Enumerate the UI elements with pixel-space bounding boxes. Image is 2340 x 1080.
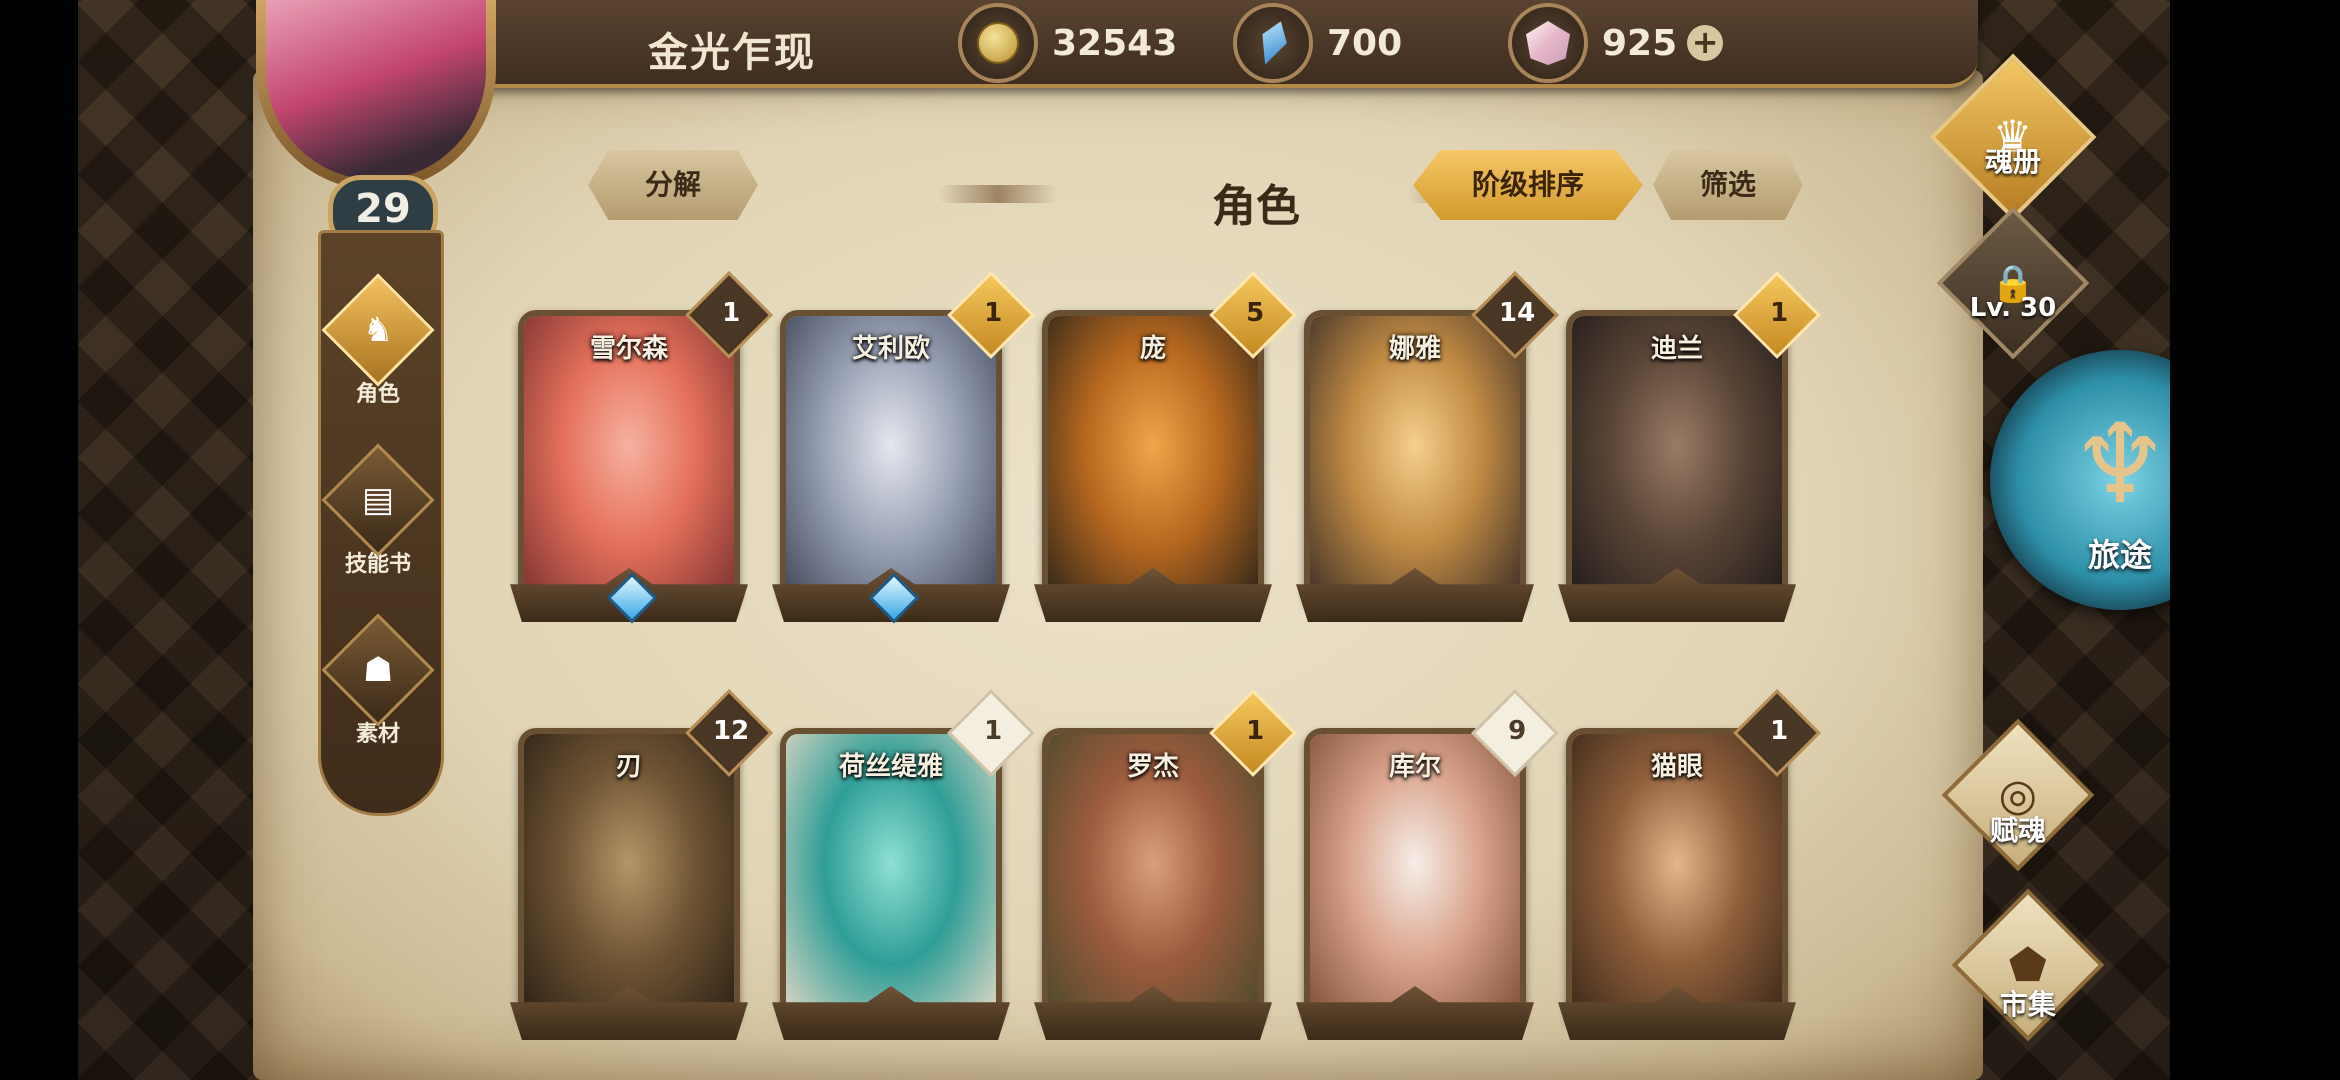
card-frame: 罗杰	[1042, 728, 1264, 1028]
avatar-portrait	[266, 0, 486, 180]
add-crystal-button[interactable]: +	[1687, 25, 1724, 61]
helmet-icon: ♞	[362, 309, 394, 350]
nav-skill-books[interactable]: ▤ 技能书	[321, 443, 435, 578]
card-count-value: 12	[713, 715, 750, 746]
card-frame: 库尔	[1304, 728, 1526, 1028]
nav-materials[interactable]: ☗ 素材	[321, 613, 435, 748]
endow-soul-button[interactable]: ◎ 赋魂	[1941, 718, 2095, 872]
top-bar	[398, 0, 1978, 88]
card-frame: 荷丝缇雅	[780, 728, 1002, 1028]
card-frame: 刃	[518, 728, 740, 1028]
card-count-value: 1	[1770, 297, 1789, 328]
character-card[interactable]: 庞5	[1034, 271, 1297, 622]
skill-book-icon: ▤	[361, 480, 395, 520]
filter-button[interactable]: 筛选	[1653, 150, 1803, 220]
nav-characters[interactable]: ♞ 角色	[321, 273, 435, 408]
card-count-value: 1	[722, 297, 741, 328]
card-frame: 艾利欧	[780, 310, 1002, 610]
locked-level-label: Lv. 30	[1969, 293, 2057, 323]
left-letterbox	[0, 0, 78, 1080]
stage-name: 金光乍现	[648, 30, 816, 76]
card-frame: 雪尔森	[518, 310, 740, 610]
endow-soul-label: 赋魂	[1989, 814, 2046, 847]
character-card[interactable]: 荷丝缇雅 1	[772, 689, 1035, 1040]
market-button[interactable]: ⬟ 市集	[1951, 888, 2105, 1042]
character-card[interactable]: 艾利欧 1	[772, 271, 1035, 624]
right-letterbox	[2170, 0, 2340, 1080]
character-card[interactable]: 迪兰 1	[1558, 271, 1821, 622]
soul-book-label: 魂册	[1984, 145, 2041, 178]
card-count-value: 1	[984, 297, 1003, 328]
gold-coin-icon	[958, 3, 1038, 83]
card-count-value: 1	[1246, 715, 1265, 746]
blue-gem-value: 700	[1327, 22, 1403, 64]
gold-counter: 32543	[958, 3, 1178, 83]
card-frame: 迪兰	[1566, 310, 1788, 610]
character-card[interactable]: 娜雅 14	[1296, 271, 1559, 622]
game-stage: 金光乍现 32543 700 925 + 29 ♞ 角色 ▤ 技能书 ☗ 素材 …	[78, 0, 2170, 1080]
card-count-value: 5	[1246, 297, 1265, 328]
card-count-value: 1	[984, 715, 1003, 746]
crystal-icon	[1508, 3, 1588, 83]
title-ornament-left	[938, 185, 1058, 203]
character-card[interactable]: 猫眼 1	[1558, 689, 1821, 1040]
locked-feature-button[interactable]: 🔒 Lv. 30	[1936, 206, 2090, 360]
gold-value: 32543	[1052, 22, 1178, 64]
crystal-value: 925	[1602, 22, 1678, 64]
character-card[interactable]: 刃 12	[510, 689, 773, 1040]
card-frame: 娜雅	[1304, 310, 1526, 610]
character-card[interactable]: 罗杰 1	[1034, 689, 1297, 1040]
card-count-value: 1	[1770, 715, 1789, 746]
journey-button[interactable]: ♆ 旅途	[1990, 350, 2170, 610]
blue-gem-counter: 700	[1233, 3, 1403, 83]
blue-gem-icon	[1233, 3, 1313, 83]
card-count-value: 9	[1508, 715, 1527, 746]
soul-book-button[interactable]: ♛ 魂册	[1929, 53, 2097, 221]
card-count-value: 14	[1499, 297, 1536, 328]
decompose-button[interactable]: 分解	[588, 150, 758, 220]
card-frame: 猫眼	[1566, 728, 1788, 1028]
character-card[interactable]: 库尔 9	[1296, 689, 1559, 1040]
crystal-counter: 925 +	[1508, 3, 1724, 83]
beast-face-icon: ☗	[362, 649, 394, 690]
market-label: 市集	[1999, 988, 2056, 1021]
trident-emblem-icon: ♆	[2070, 400, 2170, 529]
sort-by-rank-button[interactable]: 阶级排序	[1413, 150, 1643, 220]
character-card[interactable]: 雪尔森 1	[510, 271, 773, 624]
page-title: 角色	[1212, 181, 1300, 232]
card-frame: 庞	[1042, 310, 1264, 610]
journey-label: 旅途	[2087, 536, 2152, 574]
